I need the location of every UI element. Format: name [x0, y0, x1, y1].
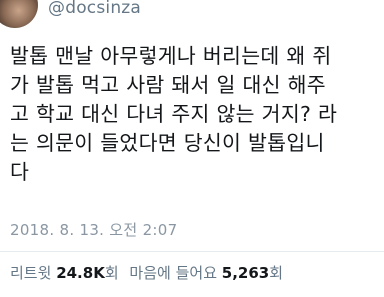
likes-label[interactable]: 마음에 들어요	[129, 264, 217, 282]
retweets-unit: 회	[104, 264, 119, 282]
tweet-text-line: 다	[10, 160, 30, 184]
tweet-stats: 리트윗 24.8K회 마음에 들어요 5,263회	[10, 262, 283, 284]
tweet-text-line: 는 의문이 들었다면 당신이 발톱입니	[10, 131, 325, 155]
likes-unit: 회	[269, 264, 284, 282]
tweet-header: @docsinza	[0, 0, 384, 28]
avatar[interactable]	[0, 0, 38, 28]
retweets-label[interactable]: 리트윗	[10, 264, 51, 282]
tweet-text-line: 가 발톱 먹고 사람 돼서 일 대신 해주	[10, 73, 326, 97]
user-handle[interactable]: @docsinza	[48, 0, 141, 18]
tweet-card: @docsinza 발톱 맨날 아무렇게나 버리는데 왜 쥐 가 발톱 먹고 사…	[0, 0, 384, 297]
tweet-text-line: 고 학교 대신 다녀 주지 않는 거지? 라	[10, 102, 338, 126]
divider	[0, 251, 384, 252]
tweet-text-line: 발톱 맨날 아무렇게나 버리는데 왜 쥐	[10, 44, 332, 68]
tweet-timestamp[interactable]: 2018. 8. 13. 오전 2:07	[10, 221, 177, 239]
tweet-text: 발톱 맨날 아무렇게나 버리는데 왜 쥐 가 발톱 먹고 사람 돼서 일 대신 …	[10, 42, 378, 187]
likes-count[interactable]: 5,263	[222, 264, 269, 282]
retweets-count[interactable]: 24.8K	[56, 264, 105, 282]
